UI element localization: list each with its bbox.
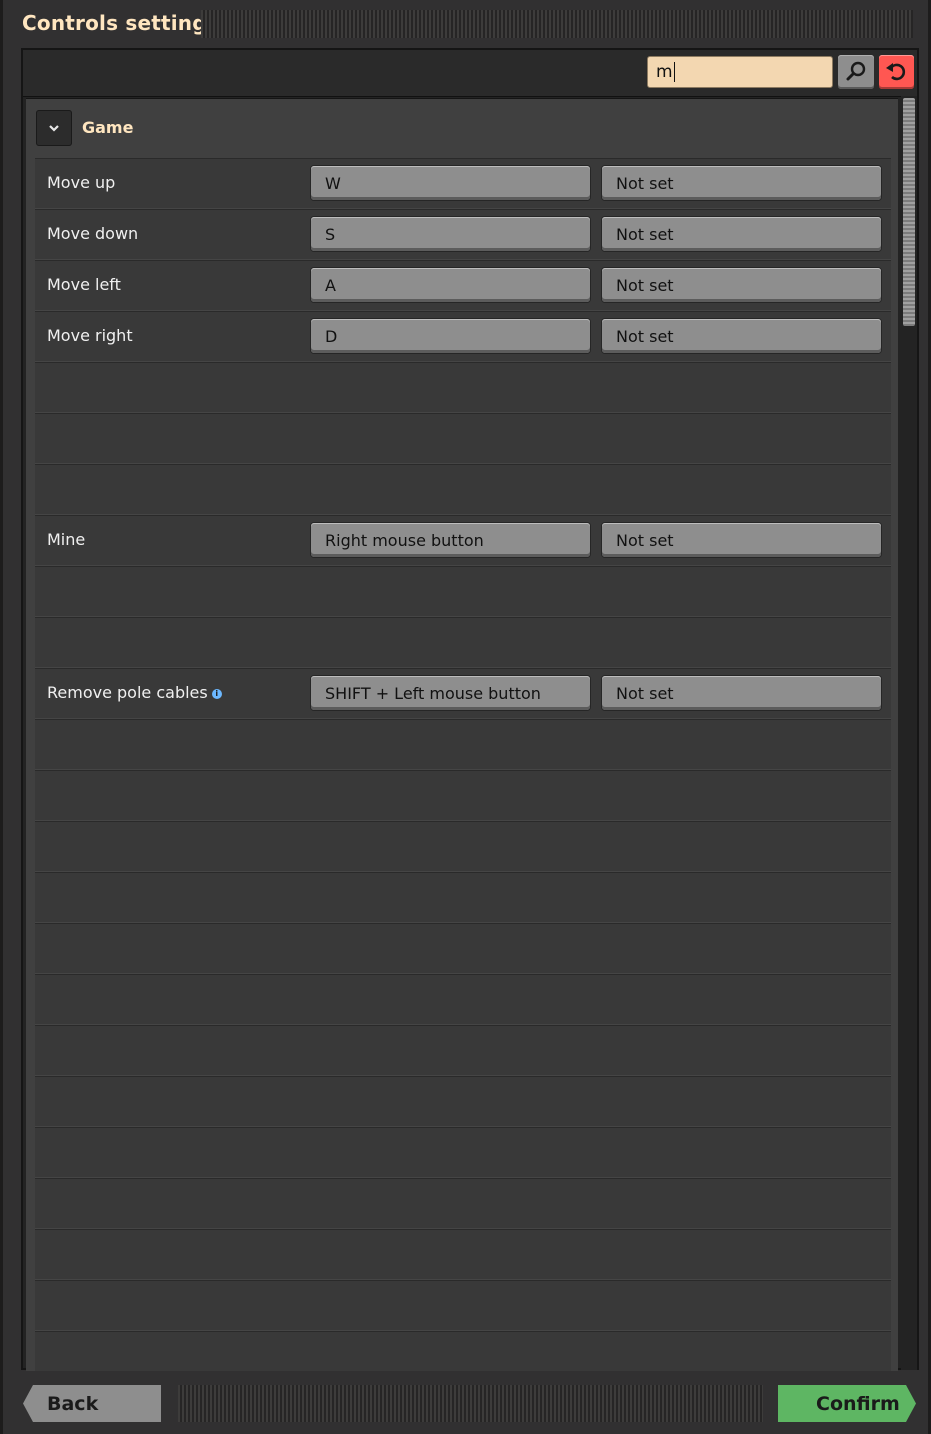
footer-drag-handle[interactable] [178,1385,763,1422]
empty-row [35,1178,891,1229]
keybinding-name: Remove pole cables [47,683,208,702]
window-title: Controls settings [22,11,219,35]
primary-binding-button[interactable]: A [311,268,590,302]
keybinding-name: Move right [47,326,133,345]
secondary-binding-button[interactable]: Not set [602,676,881,710]
keybinding-name: Mine [47,530,86,549]
secondary-binding-button[interactable]: Not set [602,319,881,353]
title-bar: Controls settings [3,0,931,50]
reset-icon [886,63,906,81]
keybinding-label: Move up [47,173,115,192]
empty-row [35,770,891,821]
empty-row [35,1331,891,1371]
keybinding-rows: Move up W Not set Move down S Not set Move lef… [35,158,891,1371]
search-input-value: m [656,62,673,82]
confirm-button[interactable]: Confirm [778,1385,916,1422]
keybinding-label: Mine [47,530,85,549]
keybinding-row: Remove pole cables i SHIFT + Left mouse bu… [35,668,891,719]
section-header: Game [26,99,898,159]
controls-settings-window: Controls settings m Game Move up W Not s… [0,0,931,1434]
collapse-button[interactable] [36,110,72,146]
toolbar: m [23,50,917,97]
section-title: Game [82,118,134,137]
empty-row [35,719,891,770]
keybinding-label: Move right [47,326,133,345]
scrollbar[interactable] [901,96,917,1370]
empty-row [35,974,891,1025]
keybinding-row: Move right D Not set [35,311,891,362]
keybinding-label: Move down [47,224,138,243]
text-caret [673,62,675,82]
keybinding-label: Move left [47,275,121,294]
empty-row [35,617,891,668]
empty-row [35,1280,891,1331]
empty-row [35,1025,891,1076]
empty-row [35,566,891,617]
secondary-binding-button[interactable]: Not set [602,217,881,251]
keybinding-label: Remove pole cables i [47,683,222,702]
settings-panel: m Game Move up W Not set Move down S Not… [21,48,919,1371]
secondary-binding-button[interactable]: Not set [602,523,881,557]
keybinding-name: Move up [47,173,116,192]
magnifier-icon [846,61,866,81]
primary-binding-button[interactable]: SHIFT + Left mouse button [311,676,590,710]
keybinding-name: Move left [47,275,121,294]
keybinding-name: Move down [47,224,139,243]
back-button[interactable]: Back [23,1385,161,1422]
empty-row [35,1127,891,1178]
search-input[interactable]: m [647,56,833,88]
keybinding-row: Mine Right mouse button Not set [35,515,891,566]
info-icon[interactable]: i [211,688,222,699]
primary-binding-button[interactable]: D [311,319,590,353]
primary-binding-button[interactable]: S [311,217,590,251]
keybinding-row: Move left A Not set [35,260,891,311]
primary-binding-button[interactable]: W [311,166,590,200]
primary-binding-button[interactable]: Right mouse button [311,523,590,557]
chevron-down-icon [49,125,59,132]
empty-row [35,1229,891,1280]
empty-row [35,464,891,515]
secondary-binding-button[interactable]: Not set [602,268,881,302]
keybinding-row: Move down S Not set [35,209,891,260]
reset-button[interactable] [879,55,914,89]
secondary-binding-button[interactable]: Not set [602,166,881,200]
scrollbar-thumb[interactable] [903,98,915,326]
empty-row [35,362,891,413]
empty-row [35,923,891,974]
empty-row [35,872,891,923]
controls-list[interactable]: Game Move up W Not set Move down S Not set Mov… [26,98,898,1371]
empty-row [35,1076,891,1127]
footer: Back Confirm [3,1372,931,1434]
empty-row [35,821,891,872]
keybinding-row: Move up W Not set [35,158,891,209]
empty-row [35,413,891,464]
search-button[interactable] [838,55,874,89]
drag-handle[interactable] [201,10,913,38]
